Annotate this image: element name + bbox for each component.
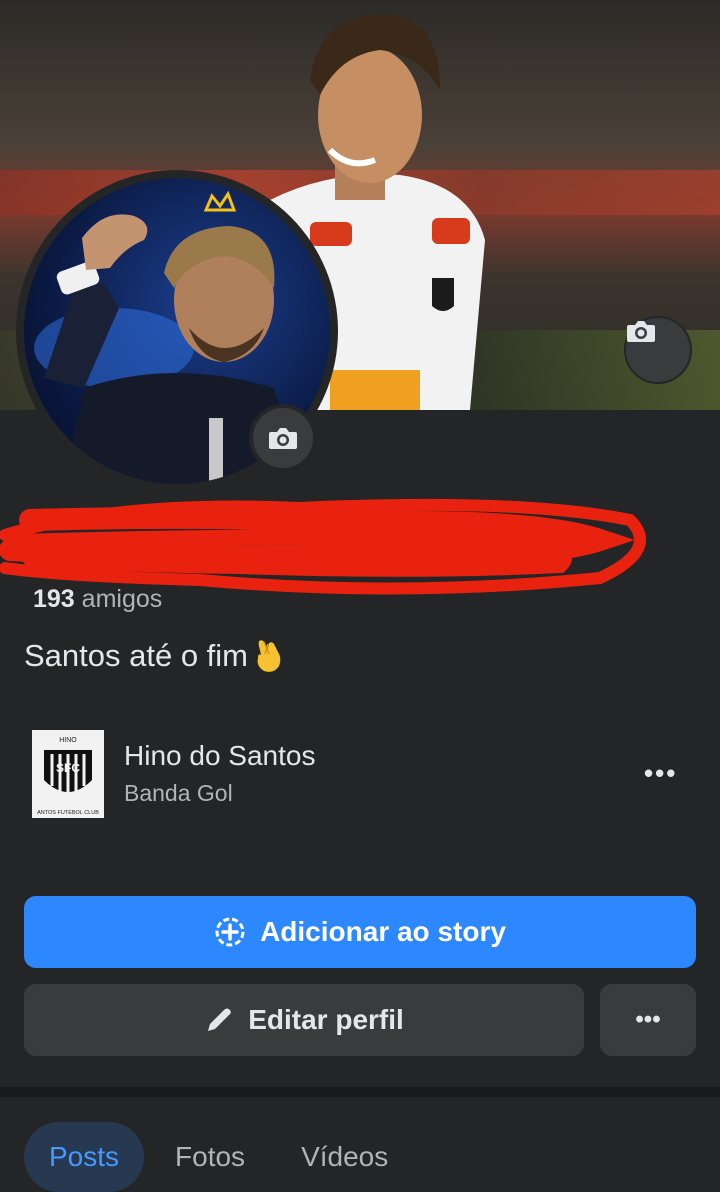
add-to-story-label: Adicionar ao story	[260, 916, 506, 947]
music-title: Hino do Santos	[124, 740, 316, 771]
camera-icon	[627, 321, 655, 342]
friends-label: amigos	[81, 585, 163, 613]
pencil-icon	[208, 1008, 232, 1031]
edit-profile-label: Editar perfil	[248, 1004, 404, 1035]
profile-tabs: Posts Fotos Vídeos	[24, 1122, 413, 1192]
crossed-fingers-emoji	[257, 640, 281, 672]
friends-count[interactable]: 193 amigos	[33, 585, 162, 614]
svg-text:SFC: SFC	[56, 761, 80, 775]
music-more-button[interactable]: •••	[644, 758, 677, 789]
tab-fotos[interactable]: Fotos	[150, 1122, 270, 1192]
tab-videos[interactable]: Vídeos	[276, 1122, 413, 1192]
bio-text: Santos até o fim	[24, 638, 249, 673]
friends-number: 193	[33, 585, 75, 613]
add-to-story-button[interactable]: Adicionar ao story	[24, 896, 696, 968]
more-dots-icon: •••	[635, 1006, 661, 1033]
avatar-camera-button[interactable]	[249, 404, 317, 472]
svg-text:HINO: HINO	[59, 737, 77, 744]
svg-text:ANTOS FUTEBOL CLUB: ANTOS FUTEBOL CLUB	[37, 810, 99, 816]
profile-bio: Santos até o fim	[24, 638, 286, 674]
music-artist: Banda Gol	[124, 780, 233, 806]
section-divider	[0, 1087, 720, 1097]
cover-camera-button[interactable]	[624, 316, 692, 384]
music-album-art: HINO SFC ANTOS FUTEBOL CLUB	[32, 730, 104, 818]
add-story-icon	[215, 917, 245, 947]
camera-icon	[269, 428, 297, 449]
featured-music[interactable]: HINO SFC ANTOS FUTEBOL CLUB Hino do Sant…	[32, 730, 692, 820]
edit-profile-button[interactable]: Editar perfil	[24, 984, 584, 1056]
tab-posts[interactable]: Posts	[24, 1122, 145, 1192]
profile-more-button[interactable]: •••	[600, 984, 696, 1056]
